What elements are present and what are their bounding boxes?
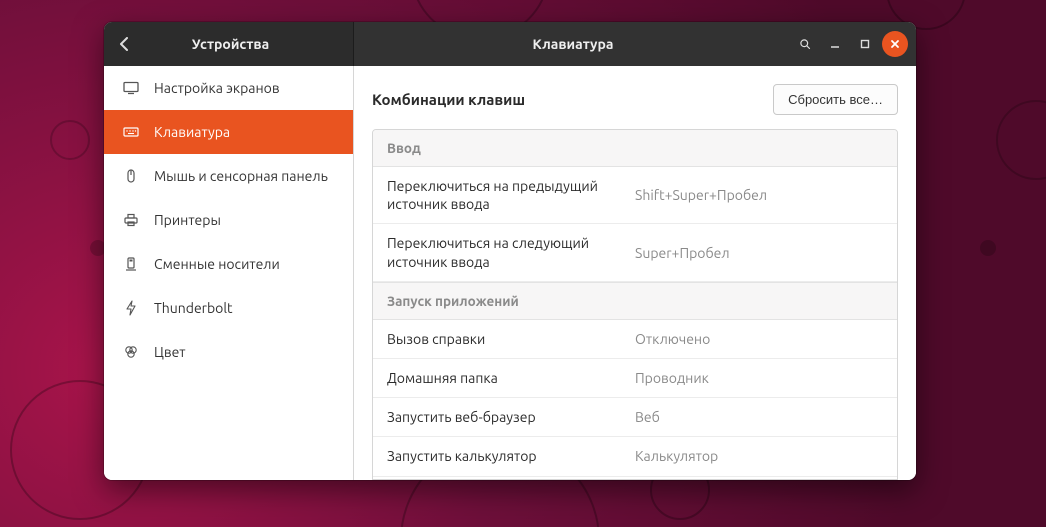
search-icon: [799, 38, 811, 50]
shortcut-accelerator: Отключено: [635, 331, 883, 347]
shortcut-label: Запустить веб-браузер: [387, 408, 635, 426]
thunderbolt-icon: [122, 300, 140, 316]
titlebar-left: Устройства: [104, 22, 354, 66]
color-icon: [122, 344, 140, 360]
shortcut-accelerator: Проводник: [635, 370, 883, 386]
shortcut-accelerator: Веб: [635, 409, 883, 425]
sidebar-item-printers[interactable]: Принтеры: [104, 198, 353, 242]
shortcut-row[interactable]: Запустить калькуляторКалькулятор: [373, 437, 897, 476]
printers-icon: [122, 212, 140, 228]
back-button[interactable]: [104, 22, 144, 66]
sidebar[interactable]: Настройка экранов Клавиатура Мышь и сенсор…: [104, 66, 354, 480]
shortcut-accelerator: Калькулятор: [635, 448, 883, 464]
shortcut-label: Домашняя папка: [387, 369, 635, 387]
search-button[interactable]: [792, 31, 818, 57]
sidebar-item-mouse[interactable]: Мышь и сенсорная панель: [104, 154, 353, 198]
sidebar-item-displays[interactable]: Настройка экранов: [104, 66, 353, 110]
content-pane: Комбинации клавиш Сбросить все… Ввод Пере…: [354, 66, 916, 480]
chevron-left-icon: [119, 37, 129, 51]
sidebar-item-label: Клавиатура: [154, 124, 230, 140]
sidebar-item-label: Принтеры: [154, 212, 221, 228]
sidebar-item-label: Сменные носители: [154, 256, 280, 272]
keyboard-icon: [122, 124, 140, 140]
sidebar-item-label: Thunderbolt: [154, 300, 233, 316]
titlebar: Устройства Клавиатура: [104, 22, 916, 66]
content-title: Комбинации клавиш: [372, 91, 525, 108]
shortcut-row[interactable]: Запустить клиент эл. почтыПочта: [373, 477, 897, 481]
close-button[interactable]: [882, 31, 908, 57]
shortcut-row[interactable]: Переключиться на следующий источник ввод…: [373, 224, 897, 281]
shortcut-accelerator: Super+Пробел: [635, 245, 883, 261]
titlebar-left-title: Устройства: [144, 36, 353, 52]
shortcut-label: Переключиться на предыдущий источник вво…: [387, 177, 635, 213]
reset-all-button[interactable]: Сбросить все…: [773, 84, 898, 115]
maximize-button[interactable]: [852, 31, 878, 57]
window-controls: [792, 31, 916, 57]
sidebar-item-thunderbolt[interactable]: Thunderbolt: [104, 286, 353, 330]
window-body: Настройка экранов Клавиатура Мышь и сенсор…: [104, 66, 916, 480]
close-icon: [889, 38, 901, 50]
shortcut-row[interactable]: Запустить веб-браузерВеб: [373, 398, 897, 437]
content-header: Комбинации клавиш Сбросить все…: [354, 66, 916, 129]
shortcut-label: Переключиться на следующий источник ввод…: [387, 234, 635, 270]
displays-icon: [122, 80, 140, 96]
minimize-icon: [829, 38, 841, 50]
titlebar-right: Клавиатура: [354, 22, 916, 66]
titlebar-right-title: Клавиатура: [354, 36, 792, 52]
shortcut-accelerator: Shift+Super+Пробел: [635, 187, 883, 203]
shortcut-row[interactable]: Вызов справкиОтключено: [373, 320, 897, 359]
sidebar-item-removable[interactable]: Сменные носители: [104, 242, 353, 286]
section-header: Запуск приложений: [373, 282, 897, 320]
shortcut-row[interactable]: Переключиться на предыдущий источник вво…: [373, 167, 897, 224]
sidebar-item-keyboard[interactable]: Клавиатура: [104, 110, 353, 154]
settings-window: Устройства Клавиатура Настройка экрано: [104, 22, 916, 480]
removable-icon: [122, 256, 140, 272]
shortcut-label: Запустить калькулятор: [387, 447, 635, 465]
sidebar-item-label: Настройка экранов: [154, 80, 280, 96]
sidebar-item-label: Мышь и сенсорная панель: [154, 168, 328, 184]
mouse-icon: [122, 168, 140, 184]
shortcut-label: Вызов справки: [387, 330, 635, 348]
maximize-icon: [859, 38, 871, 50]
sidebar-item-color[interactable]: Цвет: [104, 330, 353, 374]
shortcut-list[interactable]: Ввод Переключиться на предыдущий источник…: [372, 129, 898, 480]
sidebar-item-label: Цвет: [154, 344, 186, 360]
shortcut-row[interactable]: Домашняя папкаПроводник: [373, 359, 897, 398]
section-header: Ввод: [373, 130, 897, 167]
minimize-button[interactable]: [822, 31, 848, 57]
